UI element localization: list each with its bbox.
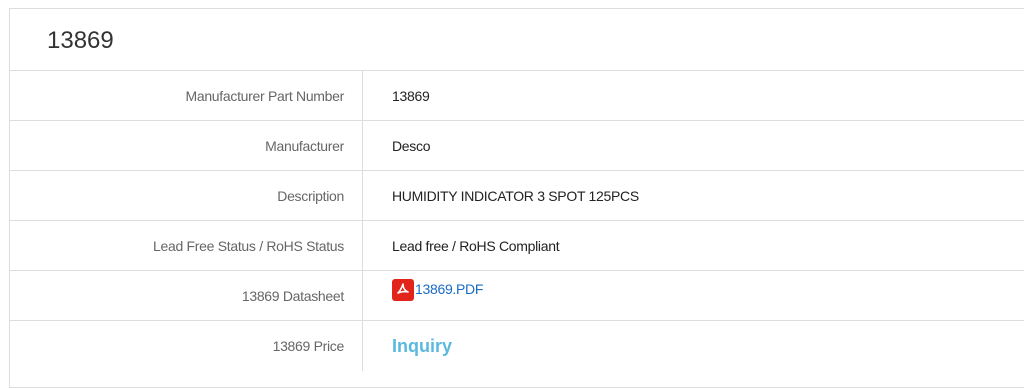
spec-label: Lead Free Status / RoHS Status: [10, 221, 363, 270]
spec-row-part-number: Manufacturer Part Number 13869: [10, 71, 1024, 121]
spec-value: 13869: [392, 88, 430, 104]
pdf-icon[interactable]: [392, 279, 414, 302]
spec-label: Description: [10, 171, 363, 220]
price-cell: Inquiry: [363, 321, 1024, 371]
spec-value: Lead free / RoHS Compliant: [392, 238, 560, 254]
datasheet-link[interactable]: 13869.PDF: [415, 281, 483, 297]
datasheet-cell: 13869.PDF: [363, 271, 1024, 320]
spec-label: 13869 Price: [10, 321, 363, 371]
spec-row-description: Description HUMIDITY INDICATOR 3 SPOT 12…: [10, 171, 1024, 221]
spec-label: Manufacturer Part Number: [10, 71, 363, 120]
spec-row-rohs: Lead Free Status / RoHS Status Lead free…: [10, 221, 1024, 271]
spec-value: Desco: [392, 138, 431, 154]
product-title: 13869: [10, 9, 1024, 71]
spec-value: HUMIDITY INDICATOR 3 SPOT 125PCS: [392, 188, 639, 204]
spec-row-manufacturer: Manufacturer Desco: [10, 121, 1024, 171]
spec-row-datasheet: 13869 Datasheet 13869.PDF: [10, 271, 1024, 321]
spec-row-price: 13869 Price Inquiry: [10, 321, 1024, 371]
inquiry-link[interactable]: Inquiry: [392, 336, 452, 356]
product-spec-panel: 13869 Manufacturer Part Number 13869 Man…: [9, 8, 1024, 388]
spec-label: 13869 Datasheet: [10, 271, 363, 320]
spec-label: Manufacturer: [10, 121, 363, 170]
